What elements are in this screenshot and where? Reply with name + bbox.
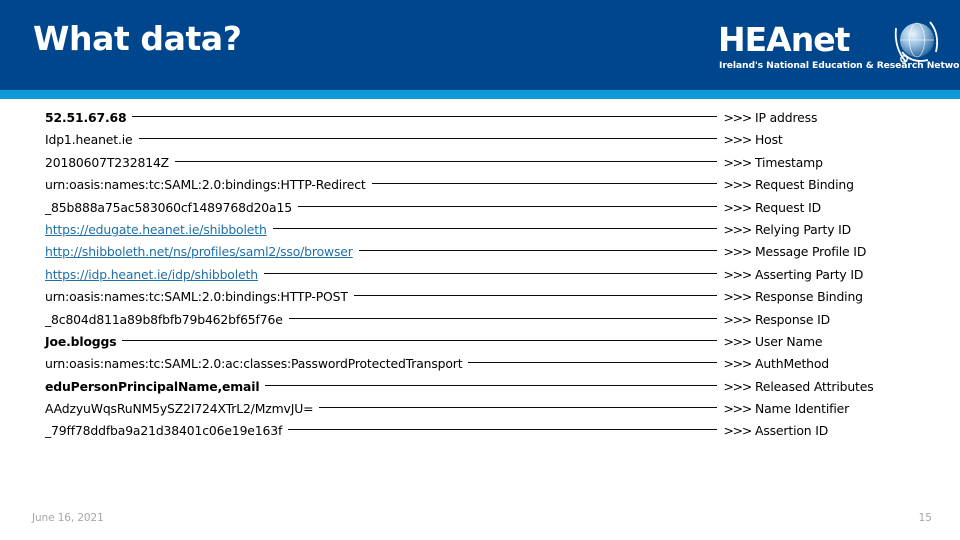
dashed-connector xyxy=(288,429,718,431)
row-value: urn:oasis:names:tc:SAML:2.0:bindings:HTT… xyxy=(45,289,348,305)
dashed-connector xyxy=(263,272,718,275)
page-title: What data? xyxy=(33,19,242,58)
row-value: _85b888a75ac583060cf1489768d20a15 xyxy=(45,199,292,215)
dashed-connector xyxy=(272,227,718,230)
dashed-connector xyxy=(358,250,718,252)
data-row: 20180607T232814Z >>> Timestamp xyxy=(0,155,960,177)
dashed-connector xyxy=(353,295,718,297)
data-row: _85b888a75ac583060cf1489768d20a15 >>> Requ… xyxy=(0,200,960,222)
row-label: Request ID xyxy=(755,199,821,215)
row-value: 20180607T232814Z xyxy=(45,154,170,170)
row-value: Idp1.heanet.ie xyxy=(45,132,133,148)
arrow-marker: >>> xyxy=(723,311,752,327)
row-label: IP address xyxy=(755,110,818,125)
slide-header: What data? HEAnet Ireland's National Edu… xyxy=(0,0,960,90)
arrow-marker: >>> xyxy=(723,132,752,148)
row-value: urn:oasis:names:tc:SAML:2.0:bindings:HTT… xyxy=(45,177,366,193)
data-row: https://idp.heanet.ie/idp/shibboleth >>> A… xyxy=(0,267,960,289)
arrow-marker: >>> xyxy=(723,154,752,170)
arrow-marker: >>> xyxy=(723,333,752,349)
row-label: Relying Party ID xyxy=(755,221,852,237)
arrow-marker: >>> xyxy=(723,289,752,305)
arrow-marker: >>> xyxy=(723,221,752,237)
data-row: 52.51.67.68 >>> IP address xyxy=(0,110,960,132)
arrow-marker: >>> xyxy=(723,378,752,394)
row-label: Released Attributes xyxy=(755,378,874,394)
arrow-marker: >>> xyxy=(723,401,752,417)
dashed-connector xyxy=(297,205,718,208)
row-label: Response ID xyxy=(755,311,830,327)
dashed-connector xyxy=(265,384,718,387)
arrow-marker: >>> xyxy=(723,177,752,193)
data-row: https://edugate.heanet.ie/shibboleth >>> R… xyxy=(0,222,960,244)
footer-date: June 16, 2021 xyxy=(32,512,104,524)
dashed-connector xyxy=(288,317,718,320)
row-label: Timestamp xyxy=(755,154,823,170)
row-label: Name Identifier xyxy=(755,401,850,417)
row-label: Message Profile ID xyxy=(755,244,867,260)
row-value: urn:oasis:names:tc:SAML:2.0:ac:classes:P… xyxy=(45,356,463,372)
data-row: urn:oasis:names:tc:SAML:2.0:bindings:HTT… xyxy=(0,177,960,199)
data-row: _8c804d811a89b8fbfb79b462bf65f76e >>> Resp… xyxy=(0,312,960,334)
data-row: Joe.bloggs >>> User Name xyxy=(0,334,960,356)
data-row: urn:oasis:names:tc:SAML:2.0:bindings:HTT… xyxy=(0,289,960,311)
row-label: Host xyxy=(755,132,783,148)
arrow-marker: >>> xyxy=(723,266,752,282)
data-row: urn:oasis:names:tc:SAML:2.0:ac:classes:P… xyxy=(0,356,960,378)
data-row: _79ff78ddfba9a21d38401c06e19e163f >>> Asse… xyxy=(0,423,960,445)
header-accent-bar xyxy=(0,90,960,99)
row-value: _8c804d811a89b8fbfb79b462bf65f76e xyxy=(45,311,283,327)
row-label: Assertion ID xyxy=(755,423,829,439)
globe-icon xyxy=(894,21,939,63)
row-value: AAdzyuWqsRuNM5ySZ2I724XTrL2/MzmvJU= xyxy=(45,401,314,417)
row-label: Asserting Party ID xyxy=(755,266,864,282)
row-value-link[interactable]: https://edugate.heanet.ie/shibboleth xyxy=(45,222,267,237)
row-label: Request Binding xyxy=(755,177,854,193)
heanet-logo: HEAnet Ireland's National Education & Re… xyxy=(718,18,960,80)
data-row: http://shibboleth.net/ns/profiles/saml2/… xyxy=(0,244,960,266)
row-value: eduPersonPrincipalName,email xyxy=(45,378,260,394)
data-row: AAdzyuWqsRuNM5ySZ2I724XTrL2/MzmvJU= >>> Na… xyxy=(0,401,960,423)
row-value: _79ff78ddfba9a21d38401c06e19e163f xyxy=(45,423,283,439)
row-label: AuthMethod xyxy=(755,356,830,372)
row-value-link[interactable]: https://idp.heanet.ie/idp/shibboleth xyxy=(45,267,258,282)
data-row: Idp1.heanet.ie >>> Host xyxy=(0,132,960,154)
row-value: 52.51.67.68 xyxy=(45,110,127,125)
dashed-connector xyxy=(138,138,718,140)
data-mapping-list: 52.51.67.68 >>> IP address Idp1.heanet.ie >>… xyxy=(0,110,960,446)
footer-page-number: 15 xyxy=(918,512,932,524)
dashed-connector xyxy=(175,160,718,163)
row-label: Response Binding xyxy=(755,289,863,305)
arrow-marker: >>> xyxy=(723,199,752,215)
arrow-marker: >>> xyxy=(723,244,752,260)
logo-wordmark: HEAnet xyxy=(718,20,850,59)
dashed-connector xyxy=(371,183,718,185)
arrow-marker: >>> xyxy=(723,423,752,439)
row-label: User Name xyxy=(755,333,823,349)
dashed-connector xyxy=(319,407,718,409)
row-value: Joe.bloggs xyxy=(45,333,117,349)
row-value-link[interactable]: http://shibboleth.net/ns/profiles/saml2/… xyxy=(45,244,353,259)
arrow-marker: >>> xyxy=(723,110,752,125)
dashed-connector xyxy=(132,116,718,118)
arrow-marker: >>> xyxy=(723,356,752,372)
data-row: eduPersonPrincipalName,email >>> Released … xyxy=(0,379,960,401)
dashed-connector xyxy=(122,339,718,342)
dashed-connector xyxy=(468,362,718,364)
